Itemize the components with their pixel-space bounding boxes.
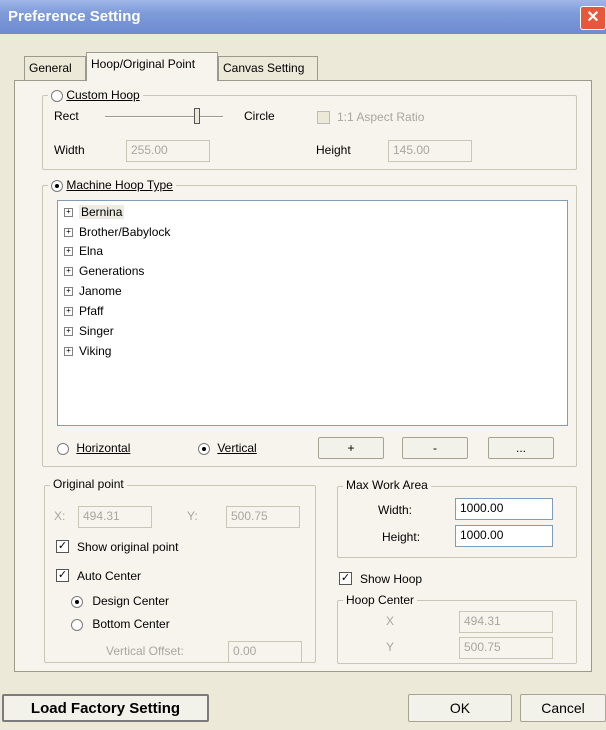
- max-height-label: Height:: [382, 530, 421, 544]
- original-x-label: X:: [54, 509, 66, 523]
- max-height-field[interactable]: 1000.00: [455, 525, 553, 547]
- cancel-button[interactable]: Cancel: [520, 694, 606, 722]
- load-factory-setting-button[interactable]: Load Factory Setting: [2, 694, 209, 722]
- custom-hoop-group: [42, 95, 577, 170]
- vertical-offset-field[interactable]: 0.00: [228, 641, 302, 663]
- show-hoop-checkbox[interactable]: ✓: [339, 572, 352, 585]
- add-hoop-button[interactable]: +: [318, 437, 384, 459]
- aspect-ratio-checkbox[interactable]: [317, 111, 330, 124]
- design-center-radio-icon: [71, 595, 83, 608]
- horizontal-label: Horizontal: [76, 441, 131, 455]
- auto-center-label: Auto Center: [77, 569, 142, 583]
- custom-hoop-radio[interactable]: Custom Hoop: [48, 88, 143, 102]
- custom-width-label: Width: [54, 143, 85, 157]
- max-work-area-legend: Max Work Area: [343, 478, 431, 492]
- show-hoop-label: Show Hoop: [360, 572, 423, 586]
- max-width-field[interactable]: 1000.00: [455, 498, 553, 520]
- tree-item-brother[interactable]: + Brother/Babylock: [64, 225, 170, 244]
- auto-center-checkbox[interactable]: ✓: [56, 569, 69, 582]
- expand-icon[interactable]: +: [64, 307, 73, 317]
- hoop-center-x-field[interactable]: 494.31: [459, 611, 553, 633]
- remove-hoop-button[interactable]: -: [402, 437, 468, 459]
- vertical-offset-label: Vertical Offset:: [106, 644, 184, 658]
- expand-icon[interactable]: +: [64, 327, 73, 337]
- machine-hoop-label: Machine Hoop Type: [66, 178, 173, 192]
- custom-hoop-label: Custom Hoop: [66, 88, 140, 102]
- design-center-label: Design Center: [92, 594, 170, 608]
- expand-icon[interactable]: +: [64, 287, 73, 297]
- title-bar: Preference Setting: [0, 0, 606, 34]
- vertical-radio[interactable]: Vertical: [198, 441, 257, 455]
- bottom-center-radio-icon: [71, 618, 83, 631]
- hoop-shape-slider-thumb[interactable]: [194, 108, 200, 124]
- horizontal-radio-icon: [57, 442, 69, 455]
- tab-hoop-original-point[interactable]: Hoop/Original Point: [86, 52, 218, 81]
- show-original-point-checkbox[interactable]: ✓: [56, 540, 69, 553]
- vertical-radio-icon: [198, 442, 210, 455]
- custom-hoop-radio-icon: [51, 89, 63, 102]
- bottom-center-label: Bottom Center: [92, 617, 170, 631]
- tree-item-elna[interactable]: + Elna: [64, 244, 103, 263]
- tab-canvas-setting[interactable]: Canvas Setting: [218, 56, 318, 80]
- aspect-ratio-label: 1:1 Aspect Ratio: [337, 110, 425, 124]
- hoop-tree[interactable]: + Bernina + Brother/Babylock + Elna + Genera…: [57, 200, 568, 426]
- close-icon: ✕: [586, 9, 600, 26]
- ok-button[interactable]: OK: [408, 694, 512, 722]
- expand-icon[interactable]: +: [64, 208, 73, 218]
- more-hoop-button[interactable]: ...: [488, 437, 554, 459]
- hoop-shape-slider-track[interactable]: [105, 116, 223, 118]
- custom-width-field[interactable]: 255.00: [126, 140, 210, 162]
- hoop-center-legend: Hoop Center: [343, 593, 418, 607]
- original-y-field[interactable]: 500.75: [226, 506, 300, 528]
- tree-item-generations[interactable]: + Generations: [64, 264, 144, 283]
- expand-icon[interactable]: +: [64, 347, 73, 357]
- original-x-field[interactable]: 494.31: [78, 506, 152, 528]
- custom-height-field[interactable]: 145.00: [388, 140, 472, 162]
- horizontal-radio[interactable]: Horizontal: [57, 441, 130, 455]
- rect-label: Rect: [54, 109, 79, 123]
- vertical-label: Vertical: [217, 441, 257, 455]
- bottom-center-radio[interactable]: Bottom Center: [71, 617, 170, 631]
- custom-height-label: Height: [316, 143, 351, 157]
- expand-icon[interactable]: +: [64, 247, 73, 257]
- window-title: Preference Setting: [8, 8, 141, 25]
- design-center-radio[interactable]: Design Center: [71, 594, 169, 608]
- tree-item-janome[interactable]: + Janome: [64, 284, 122, 303]
- tree-item-bernina[interactable]: + Bernina: [64, 205, 125, 224]
- original-point-legend: Original point: [50, 477, 127, 491]
- tab-general[interactable]: General: [24, 56, 86, 80]
- expand-icon[interactable]: +: [64, 228, 73, 238]
- show-original-point-label: Show original point: [77, 540, 179, 554]
- tree-item-singer[interactable]: + Singer: [64, 324, 114, 343]
- hoop-center-x-label: X: [386, 614, 395, 628]
- hoop-center-y-label: Y: [386, 640, 395, 654]
- machine-hoop-radio[interactable]: Machine Hoop Type: [48, 178, 176, 192]
- machine-hoop-radio-icon: [51, 179, 63, 192]
- tree-item-pfaff[interactable]: + Pfaff: [64, 304, 103, 323]
- tree-item-viking[interactable]: + Viking: [64, 344, 111, 363]
- max-width-label: Width:: [378, 503, 413, 517]
- hoop-center-y-field[interactable]: 500.75: [459, 637, 553, 659]
- original-y-label: Y:: [187, 509, 198, 523]
- circle-label: Circle: [244, 109, 275, 123]
- close-button[interactable]: ✕: [580, 6, 606, 30]
- expand-icon[interactable]: +: [64, 267, 73, 277]
- max-work-area-group: [337, 486, 577, 558]
